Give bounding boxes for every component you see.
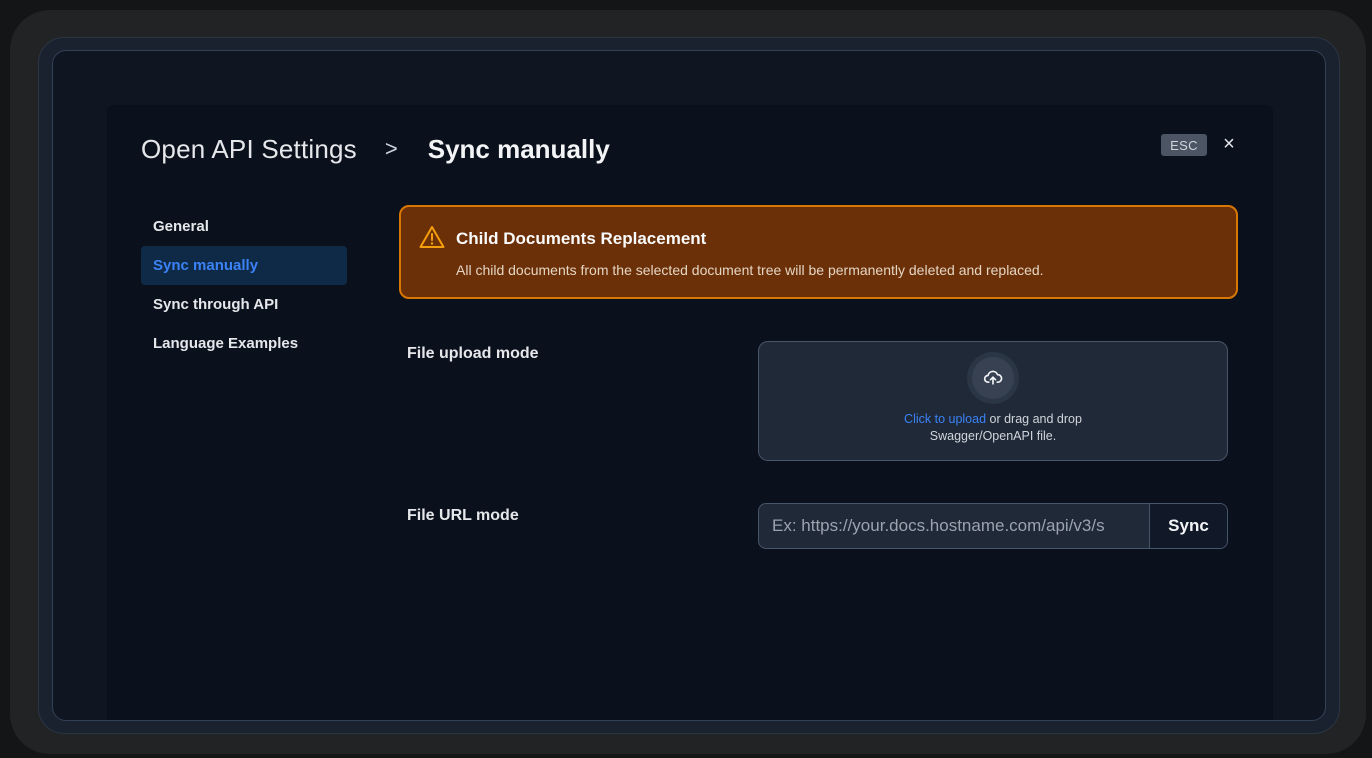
url-input-group: Sync xyxy=(758,503,1228,549)
breadcrumb: Open API Settings > Sync manually xyxy=(141,129,610,169)
file-dropzone[interactable]: Click to upload or drag and drop Swagger… xyxy=(758,341,1228,461)
cloud-upload-icon xyxy=(972,357,1014,399)
sidebar: General Sync manually Sync through API L… xyxy=(141,207,347,363)
settings-modal: Open API Settings > Sync manually ESC × … xyxy=(107,105,1273,720)
warning-triangle-icon xyxy=(419,225,445,249)
breadcrumb-root[interactable]: Open API Settings xyxy=(141,134,357,165)
alert-text: All child documents from the selected do… xyxy=(456,262,1044,278)
sync-button[interactable]: Sync xyxy=(1149,504,1227,548)
url-input[interactable] xyxy=(759,504,1149,548)
sidebar-item-general[interactable]: General xyxy=(141,207,347,246)
file-upload-mode-label: File upload mode xyxy=(407,345,539,362)
close-icon: × xyxy=(1223,132,1235,155)
page-title: Sync manually xyxy=(427,133,610,164)
chevron-right-icon: > xyxy=(384,136,398,161)
dropzone-text-line1: Click to upload or drag and drop xyxy=(759,412,1227,426)
dropzone-text-line2: Swagger/OpenAPI file. xyxy=(929,429,1057,443)
esc-key-badge: ESC xyxy=(1161,134,1207,156)
sidebar-item-language-examples[interactable]: Language Examples xyxy=(141,324,347,363)
click-to-upload-link[interactable]: Click to upload xyxy=(904,412,986,426)
alert-title: Child Documents Replacement xyxy=(456,229,707,248)
sidebar-item-sync-manually[interactable]: Sync manually xyxy=(141,246,347,285)
drag-drop-text: or drag and drop xyxy=(986,412,1082,426)
screen: Open API Settings > Sync manually ESC × … xyxy=(52,50,1326,721)
close-button[interactable]: × xyxy=(1219,132,1239,156)
file-url-mode-label: File URL mode xyxy=(407,507,519,524)
sidebar-item-sync-through-api[interactable]: Sync through API xyxy=(141,285,347,324)
warning-alert: Child Documents Replacement All child do… xyxy=(399,205,1238,299)
